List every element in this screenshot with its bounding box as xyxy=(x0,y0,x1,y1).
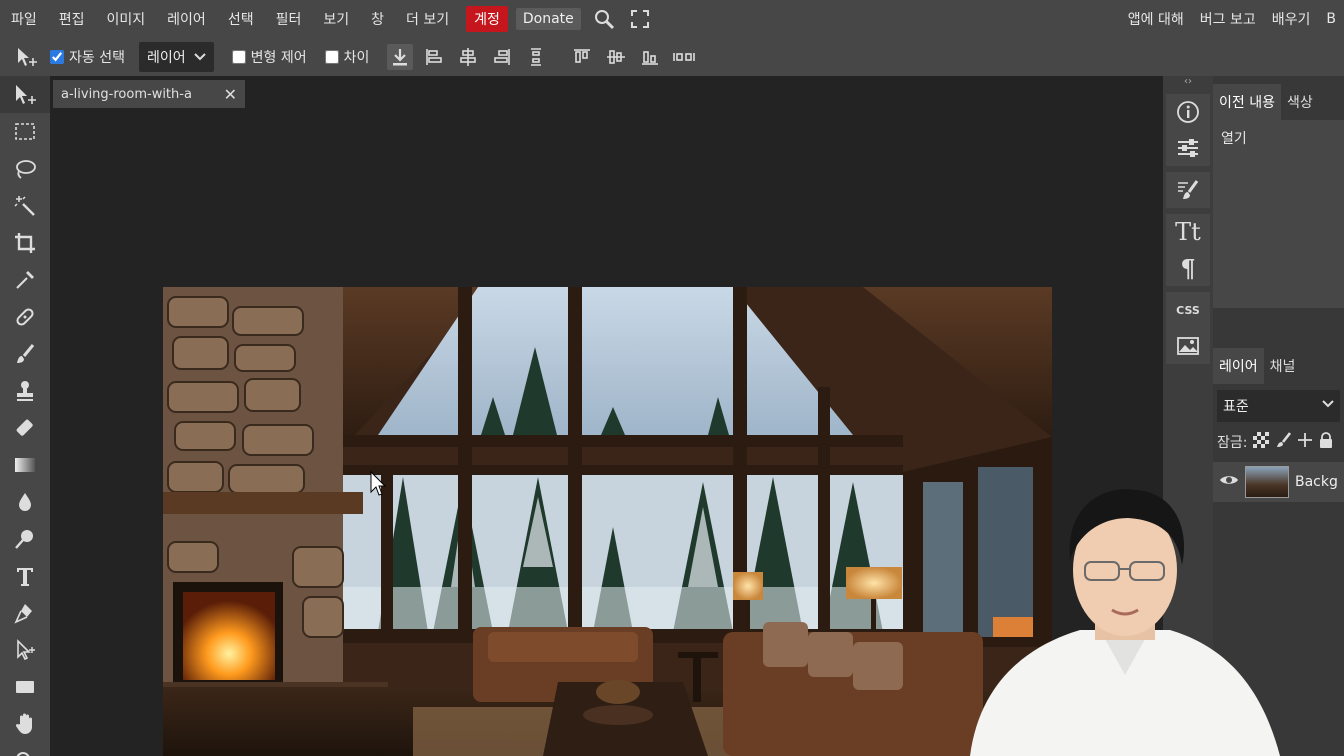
brush-settings-icon[interactable] xyxy=(1166,172,1210,208)
align-vcenter-icon[interactable] xyxy=(603,44,629,70)
align-right-icon[interactable] xyxy=(489,44,515,70)
document-tab-title: a-living-room-with-a xyxy=(61,86,192,102)
gradient-tool-icon[interactable] xyxy=(0,446,50,483)
menu-more[interactable]: 더 보기 xyxy=(395,9,460,29)
auto-select-input[interactable] xyxy=(50,50,64,64)
move-tool-icon[interactable] xyxy=(14,44,40,70)
align-top-icon[interactable] xyxy=(569,44,595,70)
blend-mode-dropdown[interactable]: 표준 xyxy=(1217,390,1340,422)
tools-panel xyxy=(0,76,50,756)
tab-channels[interactable]: 채널 xyxy=(1264,348,1302,384)
blur-tool-icon[interactable] xyxy=(0,483,50,520)
healing-brush-icon[interactable] xyxy=(0,298,50,335)
lock-move-icon[interactable] xyxy=(1297,432,1313,452)
transform-controls-checkbox[interactable]: 변형 제어 xyxy=(231,47,307,67)
menu-account[interactable]: 계정 xyxy=(466,6,508,32)
lasso-tool-icon[interactable] xyxy=(0,150,50,187)
lock-label: 잠금: xyxy=(1217,435,1248,451)
zoom-tool-icon[interactable] xyxy=(0,742,50,756)
align-bottom-icon[interactable] xyxy=(637,44,663,70)
type-tool-icon[interactable] xyxy=(0,557,50,594)
menu-overflow[interactable]: B xyxy=(1318,11,1344,27)
align-left-icon[interactable] xyxy=(421,44,447,70)
cursor-arrow-icon xyxy=(370,471,386,496)
collapse-arrows-icon[interactable]: ‹› xyxy=(1163,76,1213,94)
auto-select-checkbox[interactable]: 자동 선택 xyxy=(50,47,125,67)
fullscreen-icon[interactable] xyxy=(627,6,653,32)
menu-edit[interactable]: 편집 xyxy=(48,9,96,29)
lock-all-icon[interactable] xyxy=(1319,432,1333,452)
distribute-horizontal-icon[interactable] xyxy=(671,44,697,70)
css-icon[interactable]: CSS xyxy=(1166,292,1210,328)
document-canvas[interactable] xyxy=(163,287,1052,756)
rectangle-tool-icon[interactable] xyxy=(0,668,50,705)
tab-layers[interactable]: 레이어 xyxy=(1213,348,1264,384)
menu-about[interactable]: 앱에 대해 xyxy=(1120,9,1192,29)
layers-panel-tabs: 레이어 채널 xyxy=(1213,348,1344,384)
menu-file[interactable]: 파일 xyxy=(0,9,48,29)
menu-layer[interactable]: 레이어 xyxy=(156,9,217,29)
auto-select-target-value: 레이어 xyxy=(146,50,186,66)
pen-tool-icon[interactable] xyxy=(0,594,50,631)
align-hcenter-icon[interactable] xyxy=(455,44,481,70)
transform-controls-label: 변형 제어 xyxy=(250,50,307,66)
tab-swatches[interactable]: 색상 xyxy=(1281,84,1319,120)
menu-select[interactable]: 선택 xyxy=(217,9,265,29)
info-icon[interactable] xyxy=(1166,94,1210,130)
blend-mode-value: 표준 xyxy=(1223,399,1249,415)
photopea-app: 파일 편집 이미지 레이어 선택 필터 보기 창 더 보기 계정 Donate … xyxy=(0,0,1344,756)
history-item[interactable]: 열기 xyxy=(1213,120,1344,156)
distribute-vertical-icon[interactable] xyxy=(523,44,549,70)
search-icon[interactable] xyxy=(591,6,617,32)
close-icon[interactable]: ✕ xyxy=(224,85,237,104)
webcam-overlay xyxy=(960,480,1290,756)
chevron-down-icon xyxy=(1322,396,1334,416)
lock-transparency-icon[interactable] xyxy=(1253,432,1270,452)
lock-paint-icon[interactable] xyxy=(1275,432,1292,452)
crop-tool-icon[interactable] xyxy=(0,224,50,261)
menu-learn[interactable]: 배우기 xyxy=(1264,9,1319,29)
transform-controls-input[interactable] xyxy=(231,50,246,64)
menu-report-bug[interactable]: 버그 보고 xyxy=(1192,9,1264,29)
magic-wand-icon[interactable] xyxy=(0,187,50,224)
auto-select-label: 자동 선택 xyxy=(69,50,125,66)
history-panel: 열기 xyxy=(1213,120,1344,308)
options-bar: 자동 선택 레이어 변형 제어 차이 xyxy=(0,38,1344,76)
eyedropper-icon[interactable] xyxy=(0,261,50,298)
brush-tool-icon[interactable] xyxy=(0,335,50,372)
move-tool-icon[interactable] xyxy=(0,76,50,113)
adjustments-icon[interactable] xyxy=(1166,130,1210,166)
living-room-image xyxy=(163,287,1052,756)
path-select-icon[interactable] xyxy=(0,631,50,668)
download-icon[interactable] xyxy=(387,44,414,70)
menu-view[interactable]: 보기 xyxy=(312,9,360,29)
paragraph-icon[interactable]: ¶ xyxy=(1166,250,1210,286)
distance-input[interactable] xyxy=(324,50,339,64)
chevron-down-icon xyxy=(193,49,206,65)
menu-filter[interactable]: 필터 xyxy=(265,9,313,29)
auto-select-target-dropdown[interactable]: 레이어 xyxy=(138,42,214,72)
stamp-tool-icon[interactable] xyxy=(0,372,50,409)
history-panel-tabs: 이전 내용 색상 xyxy=(1213,84,1344,120)
lock-row: 잠금: xyxy=(1213,428,1344,456)
presenter-video xyxy=(970,489,1280,756)
tab-history[interactable]: 이전 내용 xyxy=(1213,84,1281,120)
eraser-tool-icon[interactable] xyxy=(0,409,50,446)
document-tab[interactable]: a-living-room-with-a ✕ xyxy=(53,80,245,108)
menu-bar: 파일 편집 이미지 레이어 선택 필터 보기 창 더 보기 계정 Donate … xyxy=(0,0,1344,38)
dodge-tool-icon[interactable] xyxy=(0,520,50,557)
marquee-tool-icon[interactable] xyxy=(0,113,50,150)
menu-right-group: 앱에 대해 버그 보고 배우기 B xyxy=(1120,0,1344,38)
menu-image[interactable]: 이미지 xyxy=(96,9,157,29)
hand-tool-icon[interactable] xyxy=(0,705,50,742)
menu-window[interactable]: 창 xyxy=(360,9,395,29)
distance-label: 차이 xyxy=(343,50,370,66)
donate-button[interactable]: Donate xyxy=(515,8,581,30)
distance-checkbox[interactable]: 차이 xyxy=(324,47,370,67)
layer-name: Backg xyxy=(1295,474,1338,490)
image-icon[interactable] xyxy=(1166,328,1210,364)
character-icon[interactable]: Tt xyxy=(1166,214,1210,250)
